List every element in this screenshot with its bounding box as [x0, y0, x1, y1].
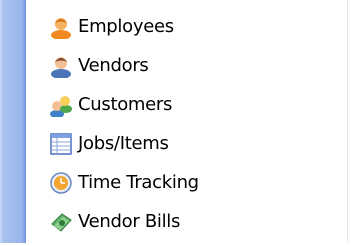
nav-item-label: Customers: [78, 94, 173, 115]
nav-item-label: Time Tracking: [78, 172, 199, 193]
nav-item-customers[interactable]: Customers: [48, 90, 199, 119]
nav-list: Employees Vendors Customers Jobs/Items T…: [48, 12, 199, 246]
vendor-bills-icon: [48, 209, 74, 235]
left-accent-strip: [0, 0, 26, 243]
nav-item-jobs-items[interactable]: Jobs/Items: [48, 129, 199, 158]
navigation-pane: Employees Vendors Customers Jobs/Items T…: [0, 0, 352, 243]
nav-item-employees[interactable]: Employees: [48, 12, 199, 41]
pane-border: [347, 0, 352, 243]
employees-icon: [48, 14, 74, 40]
vendors-icon: [48, 53, 74, 79]
customers-icon: [48, 92, 74, 118]
jobs-items-icon: [48, 131, 74, 157]
nav-item-label: Vendor Bills: [78, 211, 181, 232]
nav-item-vendor-bills[interactable]: Vendor Bills: [48, 207, 199, 236]
nav-item-label: Employees: [78, 16, 174, 37]
nav-item-vendors[interactable]: Vendors: [48, 51, 199, 80]
nav-item-label: Jobs/Items: [78, 133, 169, 154]
nav-item-time-tracking[interactable]: Time Tracking: [48, 168, 199, 197]
nav-item-label: Vendors: [78, 55, 149, 76]
time-tracking-icon: [48, 170, 74, 196]
